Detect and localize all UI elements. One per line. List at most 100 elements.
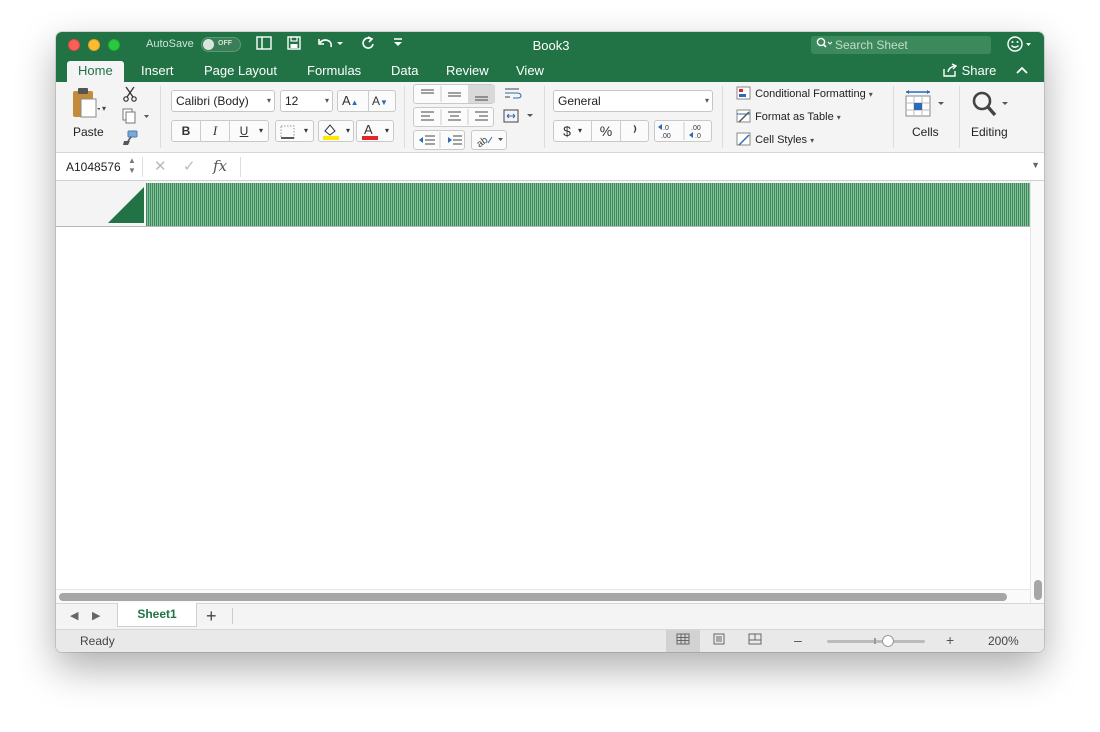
horizontal-scroll-thumb[interactable] xyxy=(59,593,1007,601)
align-left-icon[interactable] xyxy=(414,108,441,126)
share-label: Share xyxy=(961,63,997,78)
increase-indent-icon[interactable] xyxy=(440,131,466,149)
align-center-icon[interactable] xyxy=(441,108,468,126)
font-size-select[interactable]: 12 ▾ xyxy=(280,90,333,112)
cancel-entry-icon[interactable]: ✕ xyxy=(154,157,167,175)
paste-label: Paste xyxy=(73,125,104,139)
search-sheet-input[interactable]: Search Sheet xyxy=(811,36,991,54)
borders-caret: ▾ xyxy=(304,126,309,135)
maximize-window-button[interactable] xyxy=(108,39,120,51)
cut-icon[interactable] xyxy=(122,86,138,105)
horizontal-scrollbar[interactable] xyxy=(56,589,1030,603)
conditional-formatting-icon xyxy=(736,86,751,100)
wrap-text-icon[interactable] xyxy=(502,86,524,103)
font-color-button[interactable]: A ▾ xyxy=(356,120,394,142)
name-box[interactable]: A1048576 ▲ ▼ xyxy=(60,156,140,176)
expand-formula-bar-icon[interactable]: ▼ xyxy=(1031,160,1040,170)
sheet-tab-sheet1[interactable]: Sheet1 xyxy=(117,603,197,627)
worksheet-grid[interactable] xyxy=(56,227,1030,589)
customize-qat-icon[interactable] xyxy=(388,36,408,54)
align-bottom-icon[interactable] xyxy=(468,85,495,103)
zoom-slider-track[interactable] xyxy=(827,640,925,643)
fill-color-caret: ▾ xyxy=(346,126,351,135)
fill-color-button[interactable]: ▾ xyxy=(318,120,354,142)
font-name-select[interactable]: Calibri (Body) ▾ xyxy=(171,90,275,112)
increase-decimal-icon[interactable] xyxy=(655,121,684,141)
percent-button[interactable]: % xyxy=(592,121,620,141)
zoom-slider-thumb[interactable] xyxy=(882,635,894,647)
close-window-button[interactable] xyxy=(68,39,80,51)
borders-button[interactable]: ▾ xyxy=(275,120,314,142)
column-header-area xyxy=(56,181,1030,227)
decrease-decimal-icon[interactable] xyxy=(684,121,713,141)
font-style-buttons: B I U ▾ xyxy=(171,120,269,142)
tab-data[interactable]: Data xyxy=(380,61,429,82)
tab-home[interactable]: Home xyxy=(67,61,124,82)
merge-center-icon[interactable] xyxy=(502,109,536,126)
tab-insert[interactable]: Insert xyxy=(130,61,185,82)
align-right-icon[interactable] xyxy=(468,108,495,126)
editing-icon[interactable] xyxy=(970,90,1010,123)
formula-input[interactable] xyxy=(248,157,1018,177)
normal-view-icon[interactable] xyxy=(666,630,700,652)
redo-icon[interactable] xyxy=(358,36,378,54)
increase-font-size-icon[interactable]: A▲ xyxy=(342,91,359,113)
zoom-level[interactable]: 200% xyxy=(988,634,1019,648)
tab-review[interactable]: Review xyxy=(435,61,500,82)
name-box-stepper-icon[interactable]: ▲ ▼ xyxy=(128,156,136,176)
formula-bar-separator xyxy=(240,157,241,177)
decrease-font-size-icon[interactable]: A▼ xyxy=(372,91,388,113)
italic-button[interactable]: I xyxy=(201,121,229,141)
tab-view[interactable]: View xyxy=(505,61,555,82)
copy-icon[interactable] xyxy=(122,108,152,127)
comma-style-button[interactable]: ⁾ xyxy=(621,121,649,141)
column-headers[interactable] xyxy=(146,183,1030,226)
align-middle-icon[interactable] xyxy=(441,85,468,103)
align-top-icon[interactable] xyxy=(414,85,441,103)
zoom-out-button[interactable]: – xyxy=(794,632,802,648)
cells-icon[interactable] xyxy=(904,88,948,123)
save-icon[interactable] xyxy=(284,36,304,54)
next-sheet-icon[interactable]: ▶ xyxy=(92,609,100,622)
select-all-button[interactable] xyxy=(106,185,146,225)
orientation-button[interactable]: ab xyxy=(471,130,507,150)
decrease-indent-icon[interactable] xyxy=(414,131,440,149)
fx-icon[interactable]: fx xyxy=(213,157,227,175)
format-painter-icon[interactable] xyxy=(122,130,138,149)
minimize-window-button[interactable] xyxy=(88,39,100,51)
autosave-toggle[interactable]: OFF xyxy=(201,37,241,52)
paste-dropdown-caret[interactable]: ▾ xyxy=(102,104,106,113)
confirm-entry-icon[interactable]: ✓ xyxy=(183,157,196,175)
number-format-select[interactable]: General ▾ xyxy=(553,90,713,112)
bold-button[interactable]: B xyxy=(172,121,200,141)
status-bar: Ready – + 200% xyxy=(56,629,1044,652)
ribbon-separator xyxy=(544,86,545,148)
search-placeholder: Search Sheet xyxy=(835,38,908,52)
conditional-formatting-button[interactable]: Conditional Formatting ▾ xyxy=(736,86,873,103)
sidebar-toggle-icon[interactable] xyxy=(254,36,274,54)
currency-button[interactable]: $ xyxy=(558,121,576,141)
chevron-up-icon[interactable] xyxy=(1016,61,1028,81)
font-size-caret: ▾ xyxy=(324,96,329,105)
format-as-table-button[interactable]: Format as Table ▾ xyxy=(736,109,841,126)
ribbon-separator xyxy=(160,86,161,148)
page-layout-view-icon[interactable] xyxy=(702,630,736,652)
undo-icon[interactable] xyxy=(314,36,344,54)
zoom-in-button[interactable]: + xyxy=(946,632,954,648)
smiley-icon[interactable] xyxy=(1006,35,1032,57)
cell-styles-button[interactable]: Cell Styles ▾ xyxy=(736,132,814,149)
tab-formulas[interactable]: Formulas xyxy=(296,61,372,82)
add-sheet-icon[interactable]: + xyxy=(206,606,217,627)
vertical-scroll-thumb[interactable] xyxy=(1034,580,1042,600)
currency-caret[interactable]: ▾ xyxy=(578,121,582,141)
paste-icon[interactable] xyxy=(68,86,102,122)
conditional-formatting-caret: ▾ xyxy=(868,90,873,99)
cell-styles-icon xyxy=(736,132,751,146)
underline-button[interactable]: U xyxy=(230,121,258,141)
vertical-scrollbar[interactable] xyxy=(1030,181,1044,603)
share-button[interactable]: Share xyxy=(942,61,996,81)
page-break-view-icon[interactable] xyxy=(738,630,772,652)
tab-page-layout[interactable]: Page Layout xyxy=(193,61,288,82)
previous-sheet-icon[interactable]: ◀ xyxy=(70,609,78,622)
underline-caret[interactable]: ▾ xyxy=(259,121,263,141)
